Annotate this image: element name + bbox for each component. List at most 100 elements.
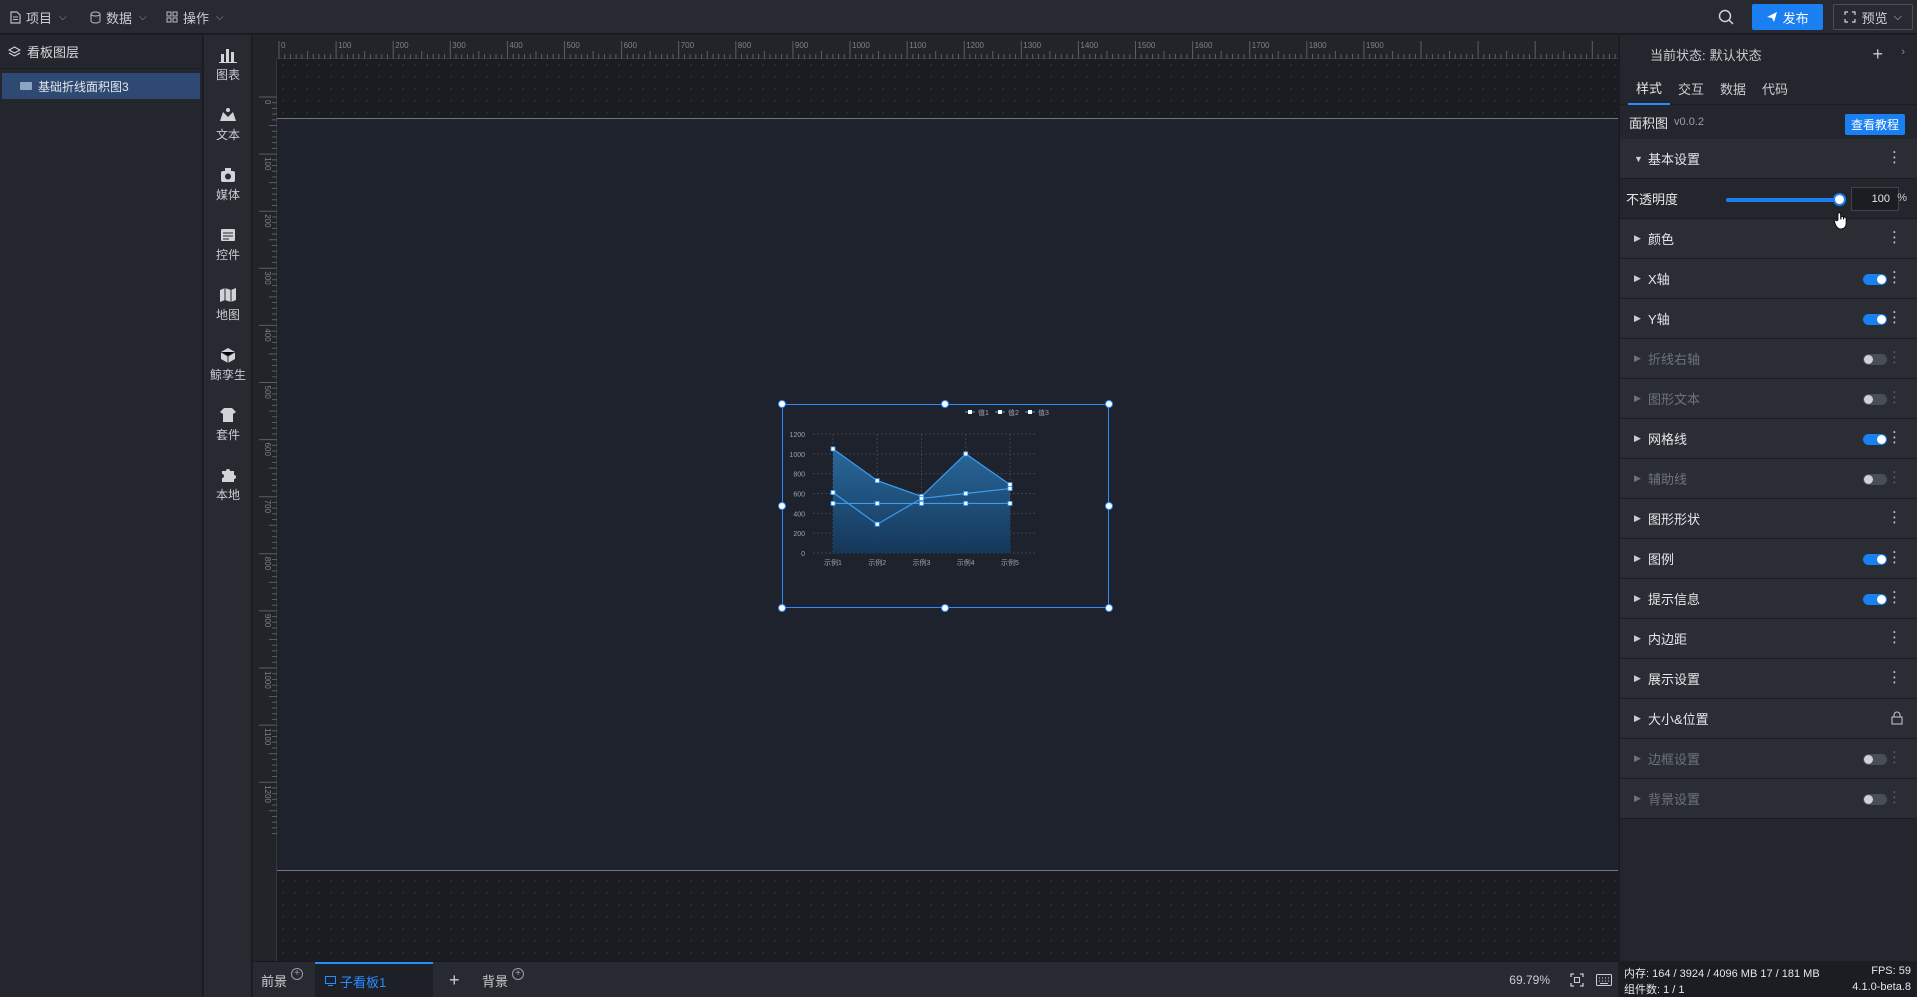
data-point[interactable] (830, 490, 836, 495)
area-chart[interactable]: 0 200 400 600 800 1000 1200 示例1 示例2 示例3 示例4 示例5 值1 值2… (783, 405, 1108, 607)
chevron-right-icon[interactable]: › (1901, 46, 1905, 58)
section-toggle[interactable] (1863, 394, 1887, 405)
section-row[interactable]: ▶ 图例 ⋮ (1620, 539, 1917, 579)
section-row[interactable]: ▶ 展示设置 ⋮ (1620, 659, 1917, 699)
tab-style[interactable]: 样式 (1628, 73, 1671, 105)
vertical-ruler[interactable]: 0 100 200 300 400 500 600 700 800 900 1000 1100 1200 (253, 59, 277, 961)
legend-label[interactable]: 值1 (978, 408, 989, 417)
data-point[interactable] (1007, 501, 1013, 506)
section-toggle[interactable] (1863, 554, 1887, 565)
data-point[interactable] (1007, 482, 1013, 487)
component-kit[interactable]: 套件 (204, 395, 252, 455)
state-selector[interactable]: 当前状态: 默认状态 + › (1620, 35, 1917, 73)
opacity-input[interactable]: 100 (1851, 187, 1899, 211)
menu-data[interactable]: 数据 ⌵ (90, 0, 147, 34)
data-point[interactable] (919, 501, 924, 506)
component-media[interactable]: 媒体 (204, 155, 252, 215)
tab-data[interactable]: 数据 (1712, 73, 1754, 105)
more-icon[interactable]: ⋮ (1887, 470, 1902, 486)
layer-item[interactable]: 基础折线面积图3 (2, 73, 200, 99)
more-icon[interactable]: ⋮ (1887, 590, 1902, 606)
more-icon[interactable]: ⋮ (1887, 630, 1902, 646)
more-icon[interactable]: ⋮ (1887, 270, 1902, 286)
component-chart[interactable]: 图表 (204, 35, 252, 95)
opacity-slider[interactable] (1726, 193, 1846, 206)
data-point[interactable] (919, 496, 924, 501)
section-toggle[interactable] (1863, 274, 1887, 285)
tutorial-button[interactable]: 查看教程 (1844, 114, 1905, 135)
horizontal-ruler[interactable]: 0 100 200 300 400 500 600 700 800 900 1000 1100 1200… (277, 35, 1618, 59)
section-basic-settings[interactable]: ▼ 基本设置 ⋮ (1620, 139, 1917, 179)
add-background-icon[interactable]: + (512, 968, 525, 980)
tab-interaction[interactable]: 交互 (1670, 73, 1712, 105)
section-row[interactable]: ▶ 折线右轴 ⋮ (1620, 339, 1917, 379)
section-row[interactable]: ▶ 提示信息 ⋮ (1620, 579, 1917, 619)
data-point[interactable] (874, 521, 880, 527)
more-icon[interactable]: ⋮ (1887, 670, 1902, 686)
section-row[interactable]: ▶ X轴 ⋮ (1620, 259, 1917, 299)
component-local[interactable]: 本地 (204, 455, 252, 515)
add-foreground-icon[interactable]: + (291, 968, 304, 980)
menu-project[interactable]: 项目 ⌵ (10, 0, 67, 34)
search-button[interactable] (1712, 3, 1740, 31)
legend-marker[interactable] (968, 410, 972, 414)
resize-handle-se[interactable] (1105, 604, 1113, 612)
section-row[interactable]: ▶ 图形文本 ⋮ (1620, 379, 1917, 419)
more-icon[interactable]: ⋮ (1887, 790, 1902, 806)
add-state-icon[interactable]: + (1872, 44, 1883, 65)
component-map[interactable]: 地图 (204, 275, 252, 335)
resize-handle-s[interactable] (941, 604, 949, 612)
section-row[interactable]: ▶ Y轴 ⋮ (1620, 299, 1917, 339)
slider-thumb[interactable] (1833, 193, 1846, 206)
legend-label[interactable]: 值3 (1038, 408, 1049, 417)
section-row[interactable]: ▶ 内边距 ⋮ (1620, 619, 1917, 659)
keyboard-button[interactable] (1596, 974, 1612, 989)
data-point[interactable] (963, 501, 969, 506)
section-row[interactable]: ▶ 背景设置 ⋮ (1620, 779, 1917, 819)
data-point[interactable] (874, 501, 880, 506)
more-icon[interactable]: ⋮ (1887, 350, 1902, 366)
tab-background[interactable]: 背景 + (482, 962, 525, 997)
data-point[interactable] (963, 491, 969, 496)
section-toggle[interactable] (1863, 754, 1887, 765)
data-point[interactable] (963, 451, 969, 457)
section-toggle[interactable] (1863, 474, 1887, 485)
more-icon[interactable]: ⋮ (1887, 310, 1902, 326)
section-toggle[interactable] (1863, 314, 1887, 325)
resize-handle-e[interactable] (1105, 502, 1113, 510)
section-toggle[interactable] (1863, 434, 1887, 445)
tab-code[interactable]: 代码 (1754, 73, 1796, 105)
resize-handle-nw[interactable] (778, 400, 786, 408)
legend-marker[interactable] (998, 410, 1002, 414)
section-toggle[interactable] (1863, 794, 1887, 805)
section-toggle[interactable] (1863, 594, 1887, 605)
preview-button[interactable]: 预览 ⌵ (1832, 4, 1913, 30)
resize-handle-n[interactable] (941, 400, 949, 408)
section-row[interactable]: ▶ 大小&位置 (1620, 699, 1917, 739)
more-icon[interactable]: ⋮ (1887, 430, 1902, 446)
more-icon[interactable]: ⋮ (1887, 510, 1902, 526)
data-point[interactable] (1007, 486, 1013, 491)
publish-button[interactable]: 发布 (1751, 4, 1823, 30)
resize-handle-ne[interactable] (1105, 400, 1113, 408)
component-twin[interactable]: 鲸孪生 (204, 335, 252, 395)
data-point[interactable] (830, 446, 836, 452)
tab-sub-board-1[interactable]: 子看板1 (315, 962, 433, 997)
more-icon[interactable]: ⋮ (1887, 150, 1902, 166)
more-icon[interactable]: ⋮ (1887, 230, 1902, 246)
data-point[interactable] (874, 478, 880, 484)
resize-handle-sw[interactable] (778, 604, 786, 612)
tab-foreground[interactable]: 前景 + (261, 962, 304, 997)
more-icon[interactable]: ⋮ (1887, 750, 1902, 766)
fit-screen-button[interactable] (1570, 973, 1584, 990)
section-row[interactable]: ▶ 辅助线 ⋮ (1620, 459, 1917, 499)
section-row[interactable]: ▶ 边框设置 ⋮ (1620, 739, 1917, 779)
section-row[interactable]: ▶ 颜色 ⋮ (1620, 219, 1917, 259)
legend-label[interactable]: 值2 (1008, 408, 1019, 417)
lock-icon[interactable] (1891, 711, 1903, 725)
add-board-button[interactable]: + (449, 962, 460, 997)
section-row[interactable]: ▶ 图形形状 ⋮ (1620, 499, 1917, 539)
resize-handle-w[interactable] (778, 502, 786, 510)
zoom-level[interactable]: 69.79% (1509, 962, 1550, 997)
more-icon[interactable]: ⋮ (1887, 550, 1902, 566)
